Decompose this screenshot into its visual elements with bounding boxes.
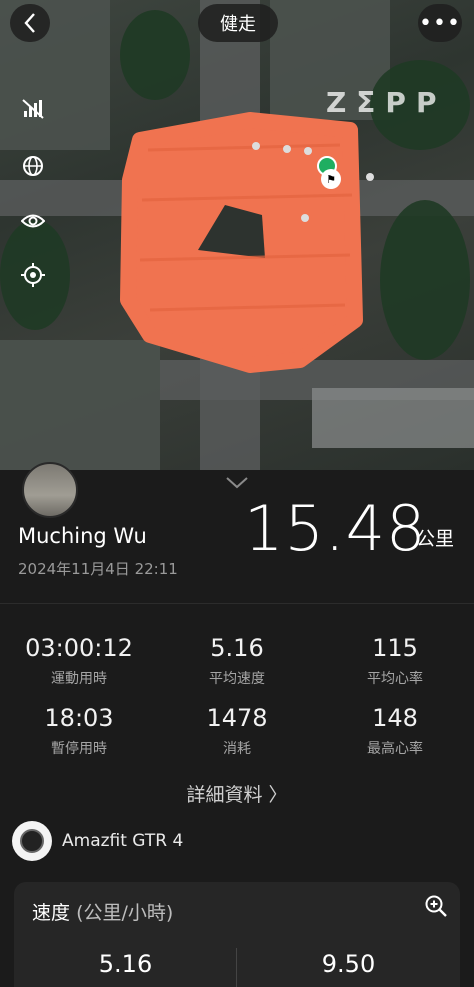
stat-label: 平均速度 [209, 671, 265, 687]
back-button[interactable] [10, 4, 50, 42]
details-link[interactable]: 詳細資料 〉 [0, 780, 474, 807]
stat-avg-heart-rate: 115 平均心率 [316, 634, 474, 688]
finish-flag-icon[interactable]: ⚑ [321, 169, 341, 189]
locate-icon[interactable] [20, 262, 46, 288]
stat-label: 最高心率 [367, 741, 423, 757]
more-options-button[interactable]: ••• [418, 4, 462, 42]
speed-section[interactable]: 速度 (公里/小時) 5.16 9.50 [14, 882, 460, 987]
stat-label: 平均心率 [367, 671, 423, 687]
stat-duration: 03:00:12 運動用時 [0, 634, 158, 688]
stat-label: 暫停用時 [51, 741, 107, 757]
speed-max-value: 9.50 [321, 950, 376, 978]
stat-value: 148 [372, 704, 418, 732]
stat-pause-time: 18:03 暫停用時 [0, 704, 158, 758]
stat-value: 03:00:12 [25, 634, 133, 662]
eye-icon[interactable] [20, 208, 46, 234]
globe-icon[interactable] [20, 153, 46, 179]
route-map[interactable]: ⚑ 健走 ••• ZΣPP [0, 0, 474, 470]
chevron-down-icon[interactable] [225, 476, 249, 490]
device-name: Amazfit GTR 4 [62, 831, 184, 851]
speed-avg-value: 5.16 [98, 950, 153, 978]
stat-label: 消耗 [223, 741, 251, 757]
activity-summary-card: Muching Wu 2024年11月4日 22:11 15.48 公里 03:… [0, 462, 474, 987]
stat-value: 5.16 [210, 634, 264, 662]
stat-calories: 1478 消耗 [158, 704, 316, 758]
stat-max-heart-rate: 148 最高心率 [316, 704, 474, 758]
distance-value: 15.48 [244, 492, 427, 565]
device-row[interactable]: Amazfit GTR 4 [12, 820, 462, 862]
stat-value: 115 [372, 634, 418, 662]
activity-type-title: 健走 [198, 4, 278, 42]
watch-icon [12, 821, 52, 861]
zepp-logo: ZΣPP [326, 86, 447, 119]
stat-label: 運動用時 [51, 671, 107, 687]
route-track [120, 112, 374, 373]
zoom-in-icon[interactable] [424, 894, 448, 918]
chevron-left-icon [24, 13, 35, 33]
user-name: Muching Wu [18, 524, 147, 548]
avatar[interactable] [22, 462, 78, 518]
stat-value: 1478 [206, 704, 268, 732]
activity-datetime: 2024年11月4日 22:11 [18, 560, 178, 578]
signal-off-icon[interactable] [20, 96, 46, 122]
divider [0, 603, 474, 604]
stat-avg-speed: 5.16 平均速度 [158, 634, 316, 688]
stat-value: 18:03 [44, 704, 114, 732]
speed-title: 速度 (公里/小時) [32, 902, 174, 924]
distance-unit: 公里 [416, 528, 455, 550]
